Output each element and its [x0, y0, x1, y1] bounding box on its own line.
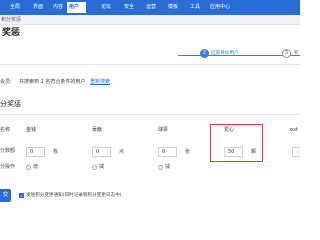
- nav-interface[interactable]: 界面: [31, 3, 45, 12]
- col-header-money: 金钱: [26, 127, 37, 133]
- money-unit: 枚: [53, 149, 59, 155]
- tickets-subtract-radio[interactable]: [158, 165, 163, 170]
- nav-forum[interactable]: 论坛: [99, 3, 113, 12]
- research-link[interactable]: 重新搜索: [90, 79, 110, 86]
- contribution-amount-input[interactable]: 0: [92, 147, 111, 157]
- nav-security[interactable]: 安全: [122, 3, 136, 12]
- nav-users-tab[interactable]: 用户: [67, 2, 86, 13]
- contribution-subtract-radio[interactable]: [92, 165, 97, 170]
- breadcrumb: 积分奖惩: [0, 15, 300, 25]
- nav-global[interactable]: 全局: [8, 3, 22, 12]
- tickets-amount-input[interactable]: 0: [158, 147, 177, 157]
- col-header-tickets: 球票: [158, 127, 169, 133]
- section-divider: [0, 114, 300, 115]
- row-label-name: 名称: [0, 127, 11, 133]
- nav-operations[interactable]: 运营: [144, 3, 158, 12]
- col-header-ext: ext: [290, 127, 298, 133]
- step-3-label: 积: [294, 51, 299, 56]
- col-header-contribution: 贡献: [92, 127, 103, 133]
- nav-content[interactable]: 内容: [51, 3, 65, 12]
- ext-amount-select[interactable]: [292, 147, 300, 157]
- row-label-amount: 分数额: [0, 148, 16, 154]
- nav-users-label: 用户: [69, 4, 80, 10]
- contribution-subtract-label: 减: [99, 164, 105, 170]
- nav-tools[interactable]: 工具: [188, 3, 202, 12]
- nav-templates[interactable]: 模板: [166, 3, 180, 12]
- submit-button[interactable]: 交: [0, 189, 11, 202]
- breadcrumb-text: 积分奖惩: [1, 17, 22, 23]
- member-label: 会员:: [0, 79, 12, 85]
- nav-app-center[interactable]: 应用中心: [208, 3, 232, 12]
- step-2-number: 2: [200, 49, 209, 58]
- step-3-number: 3: [282, 49, 291, 58]
- tickets-unit: 张: [185, 149, 191, 155]
- notify-checkbox[interactable]: ✓: [19, 193, 24, 198]
- row-label-operation: 分操作: [0, 164, 16, 170]
- money-amount-input[interactable]: 0: [26, 147, 45, 157]
- divider: [0, 64, 300, 65]
- member-count-text: 共搜索到 1 名符合条件的用户: [19, 79, 86, 85]
- money-add-radio[interactable]: [26, 165, 31, 170]
- top-navigation: 全局 界面 内容 用户 论坛 安全 运营 模板 工具 应用中心: [0, 0, 300, 15]
- tickets-subtract-label: 减: [165, 164, 171, 170]
- step-2-label: 选取目标用户: [211, 51, 239, 56]
- money-add-label: 增: [33, 164, 39, 170]
- notify-checkbox-label: 发送积分变更通知(同时记录到积分变更日志中): [26, 193, 122, 198]
- love-column-highlight: [210, 124, 263, 162]
- contribution-unit: 点: [119, 149, 125, 155]
- section-title: 分奖惩: [0, 100, 21, 108]
- page-title: 奖惩: [2, 28, 21, 38]
